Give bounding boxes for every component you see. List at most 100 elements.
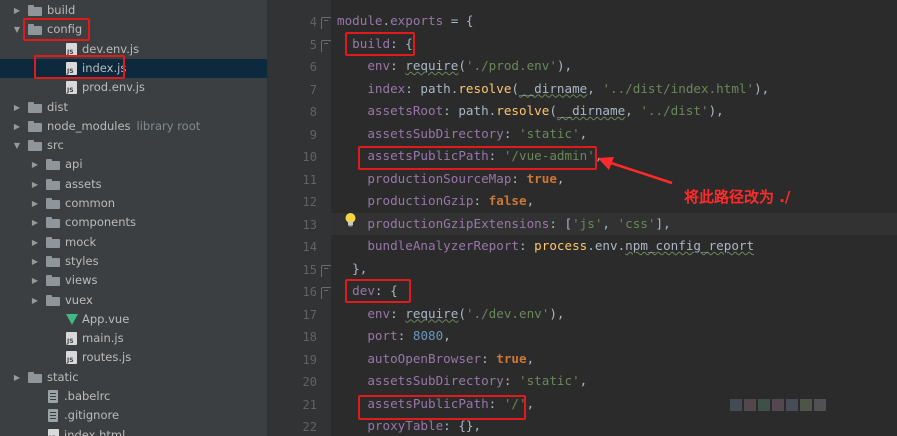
expanded-arrow-icon[interactable]: ▼ xyxy=(12,20,22,39)
collapsed-arrow-icon[interactable]: ▶ xyxy=(30,291,40,310)
line-number: 15 xyxy=(302,262,317,277)
tree-item-dist[interactable]: ▶ dist xyxy=(0,98,267,117)
js-file-icon xyxy=(66,81,77,95)
collapsed-arrow-icon[interactable]: ▶ xyxy=(30,271,40,290)
line-number: 18 xyxy=(302,330,317,344)
watermark xyxy=(730,396,890,414)
folder-icon xyxy=(28,371,42,383)
tree-item-views[interactable]: ▶ views xyxy=(0,271,267,290)
collapsed-arrow-icon[interactable]: ▶ xyxy=(30,155,40,174)
tree-item-label: common xyxy=(65,196,116,210)
tree-item-label: routes.js xyxy=(82,350,132,365)
tree-item-routes-js[interactable]: routes.js xyxy=(0,348,267,367)
line-number: 7 xyxy=(309,82,317,97)
tree-item-common[interactable]: ▶ common xyxy=(0,194,267,213)
code-line[interactable]: assetsSubDirectory: 'static', xyxy=(337,370,587,393)
js-file-icon xyxy=(48,428,59,436)
line-number: 4 xyxy=(309,15,317,29)
tree-item-components[interactable]: ▶ components xyxy=(0,213,267,232)
code-line[interactable]: index: path.resolve(__dirname, '../dist/… xyxy=(337,78,769,101)
js-file-icon xyxy=(66,351,77,365)
folder-icon xyxy=(46,236,60,248)
line-number: 19 xyxy=(302,352,317,367)
tree-item-label: mock xyxy=(65,234,97,249)
tree-item-mock[interactable]: ▶ mock xyxy=(0,233,267,252)
line-number: 11 xyxy=(302,172,317,187)
line-number: 16 xyxy=(302,285,317,299)
line-number: 8 xyxy=(309,105,317,119)
code-line[interactable]: bundleAnalyzerReport: process.env.npm_co… xyxy=(337,235,754,258)
line-number: 20 xyxy=(302,375,317,389)
folder-icon xyxy=(46,178,60,190)
tree-item-app-vue[interactable]: App.vue xyxy=(0,310,267,329)
folder-icon xyxy=(28,5,42,16)
line-number: 22 xyxy=(302,420,317,434)
folder-icon xyxy=(46,255,60,267)
collapsed-arrow-icon[interactable]: ▶ xyxy=(30,252,40,271)
code-line[interactable]: assetsRoot: path.resolve(__dirname, '../… xyxy=(337,100,723,123)
collapsed-arrow-icon[interactable]: ▶ xyxy=(12,117,22,136)
js-file-icon xyxy=(66,332,77,346)
expanded-arrow-icon[interactable]: ▼ xyxy=(12,136,22,155)
folder-icon xyxy=(28,101,42,113)
folder-icon xyxy=(46,159,60,171)
collapsed-arrow-icon[interactable]: ▶ xyxy=(12,1,22,20)
code-line[interactable]: productionSourceMap: true, xyxy=(337,168,564,191)
annotation-note: 将此路径改为 ./ xyxy=(684,188,791,206)
collapsed-arrow-icon[interactable]: ▶ xyxy=(12,98,22,117)
tree-item-label: index.html xyxy=(64,427,126,436)
code-line[interactable]: assetsSubDirectory: 'static', xyxy=(337,123,587,146)
code-line[interactable]: env: require('./prod.env'), xyxy=(337,55,572,78)
tree-item-label: assets xyxy=(65,176,102,191)
tree-item-label: node_modules library root xyxy=(47,118,201,133)
line-number: 13 xyxy=(302,217,317,232)
tree-item-label: prod.env.js xyxy=(82,80,145,95)
tree-item-prod-env-js[interactable]: prod.env.js xyxy=(0,78,267,97)
code-editor[interactable]: module.exports = { build: { env: require… xyxy=(331,0,897,436)
tree-item-api[interactable]: ▶ api xyxy=(0,155,267,174)
tree-item-main-js[interactable]: main.js xyxy=(0,329,267,348)
code-line[interactable]: }, xyxy=(337,258,367,281)
code-line[interactable]: productionGzipExtensions: ['js', 'css'], xyxy=(331,212,897,235)
collapsed-arrow-icon[interactable]: ▶ xyxy=(12,368,22,387)
line-number: 12 xyxy=(302,195,317,209)
tree-item-label: main.js xyxy=(82,331,124,346)
line-number: 6 xyxy=(309,60,317,74)
code-line[interactable]: port: 8080, xyxy=(337,325,450,348)
tree-item-label: static xyxy=(47,369,79,384)
line-number: 21 xyxy=(302,397,317,412)
folder-icon xyxy=(46,294,60,306)
line-number: 5 xyxy=(309,37,317,52)
code-line[interactable]: productionGzip: false, xyxy=(337,190,534,213)
tree-item-vuex[interactable]: ▶ vuex xyxy=(0,291,267,310)
library-root-hint: library root xyxy=(136,118,201,133)
tree-item-src[interactable]: ▼ src xyxy=(0,136,267,155)
tree-item-node-modules[interactable]: ▶ node_modules library root xyxy=(0,117,267,136)
collapsed-arrow-icon[interactable]: ▶ xyxy=(30,233,40,252)
tree-item-assets[interactable]: ▶ assets xyxy=(0,175,267,194)
collapsed-arrow-icon[interactable]: ▶ xyxy=(30,194,40,213)
highlight-dev-public-path xyxy=(358,395,526,420)
tree-item-index-html[interactable]: index.html xyxy=(0,426,267,436)
tree-item-label: styles xyxy=(65,253,99,268)
highlight-dev-key xyxy=(345,279,411,303)
code-line[interactable]: module.exports = { xyxy=(337,10,474,33)
tree-item-label: .babelrc xyxy=(64,389,111,403)
highlight-build-public-path xyxy=(358,146,597,170)
code-line[interactable]: env: require('./dev.env'), xyxy=(337,303,564,326)
tree-item-label: dist xyxy=(47,99,68,114)
highlight-build-key xyxy=(345,32,415,56)
folder-icon xyxy=(46,217,60,229)
tree-item-label: components xyxy=(65,215,137,230)
js-file-icon xyxy=(66,42,77,56)
collapsed-arrow-icon[interactable]: ▶ xyxy=(30,175,40,194)
tree-item-gitignore[interactable]: .gitignore xyxy=(0,406,267,425)
tree-item-babelrc[interactable]: .babelrc xyxy=(0,387,267,406)
lightbulb-icon[interactable] xyxy=(344,212,357,228)
tree-item-styles[interactable]: ▶ styles xyxy=(0,252,267,271)
collapsed-arrow-icon[interactable]: ▶ xyxy=(30,213,40,232)
code-line[interactable]: autoOpenBrowser: true, xyxy=(337,348,534,371)
tree-item-label: views xyxy=(65,273,98,288)
tree-item-static[interactable]: ▶ static xyxy=(0,368,267,387)
line-number: 17 xyxy=(302,307,317,322)
